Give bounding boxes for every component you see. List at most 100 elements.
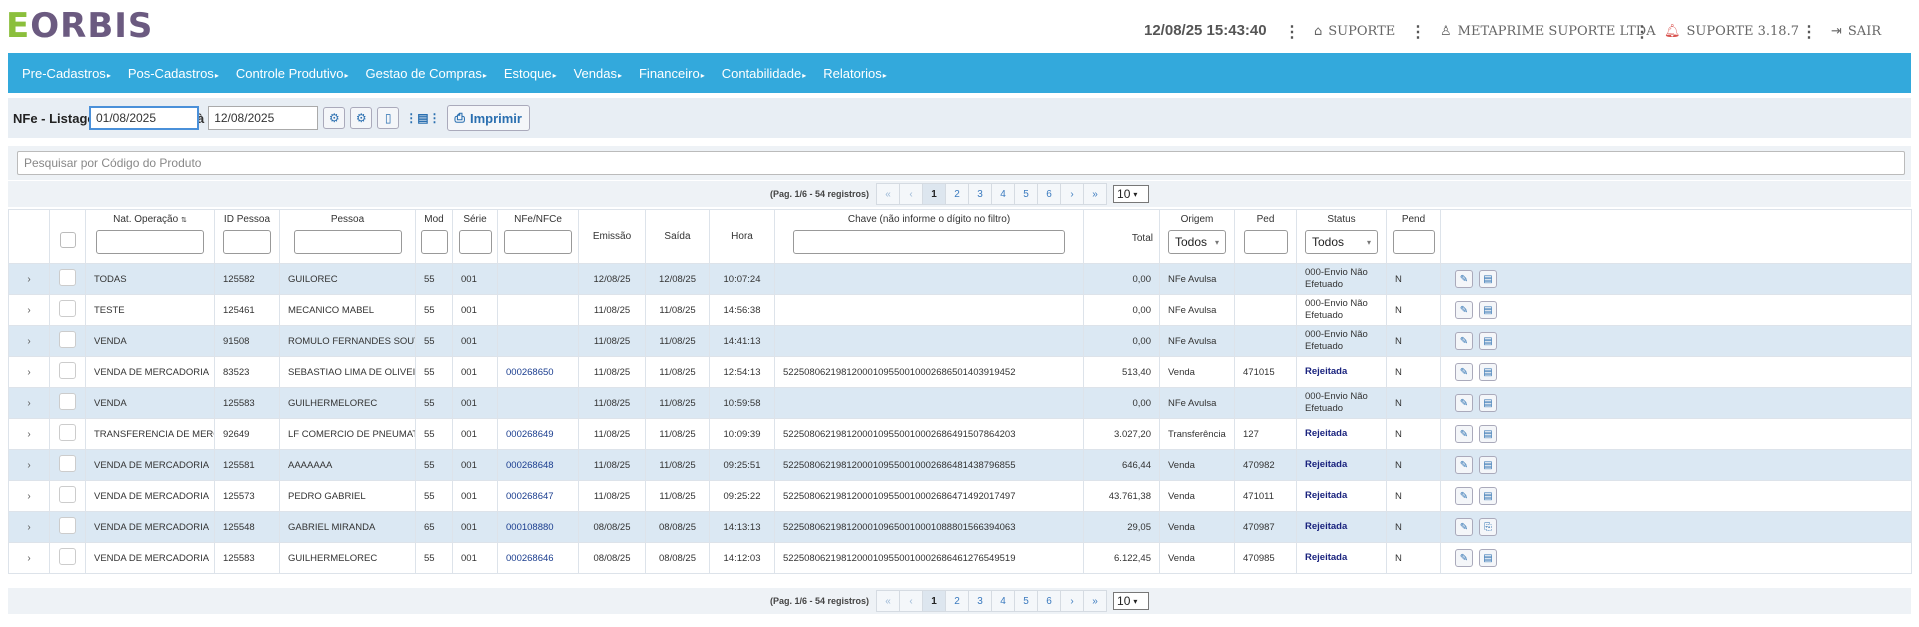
edit-button[interactable]: ✎ [1455, 425, 1473, 443]
expand-row-cell[interactable]: › [8, 263, 50, 295]
row-checkbox[interactable] [59, 424, 76, 441]
nav-item-pre-cadastros[interactable]: Pre-Cadastros▸ [22, 66, 111, 81]
nfe-cell[interactable]: 000268650 [497, 356, 579, 388]
table-row[interactable]: › VENDA DE MERCADORIA 125573 PEDRO GABRIEL 5… [8, 480, 1912, 512]
nat-op-filter-input[interactable] [96, 230, 204, 254]
page-button-5[interactable]: 5 [1014, 590, 1039, 612]
pend-filter-input[interactable] [1392, 230, 1435, 254]
expand-row-cell[interactable]: › [8, 542, 50, 574]
menu-dots-icon[interactable]: ⋮ [1634, 22, 1650, 41]
ped-filter-input[interactable] [1243, 230, 1288, 254]
expand-row-cell[interactable]: › [8, 480, 50, 512]
advanced-settings-button[interactable]: ⚙ [350, 107, 373, 129]
expand-row-cell[interactable]: › [8, 449, 50, 481]
chave-filter-input[interactable] [793, 230, 1065, 254]
page-size-select[interactable]: 10 ▾ [1113, 592, 1150, 610]
first-page-button[interactable]: « [876, 183, 901, 205]
details-button[interactable]: ⎘ [1479, 518, 1497, 536]
page-button-6[interactable]: 6 [1037, 183, 1062, 205]
settings-button[interactable]: ⚙ [323, 107, 346, 129]
table-row[interactable]: › TESTE 125461 MECANICO MABEL 55 001 11/08/25 1… [8, 294, 1912, 326]
nav-item-pos-cadastros[interactable]: Pos-Cadastros▸ [128, 66, 219, 81]
table-row[interactable]: › VENDA 125583 GUILHERMELOREC 55 001 11/08/25 1… [8, 387, 1912, 419]
chevron-right-icon[interactable]: › [27, 429, 30, 440]
mod-filter-input[interactable] [420, 230, 448, 254]
page-button-5[interactable]: 5 [1014, 183, 1039, 205]
nat-op-col-header[interactable]: Nat. Operação ⇅ [85, 209, 215, 264]
chevron-right-icon[interactable]: › [27, 553, 30, 564]
table-row[interactable]: › VENDA DE MERCADORIA 125583 GUILHERMELOREC… [8, 542, 1912, 574]
table-row[interactable]: › VENDA 91508 ROMULO FERNANDES SOUTO 55 001 11… [8, 325, 1912, 357]
next-page-button[interactable]: › [1060, 590, 1085, 612]
row-checkbox[interactable] [59, 269, 76, 286]
nav-item-estoque[interactable]: Estoque▸ [504, 66, 557, 81]
nav-item-financeiro[interactable]: Financeiro▸ [639, 66, 705, 81]
expand-row-cell[interactable]: › [8, 356, 50, 388]
details-button[interactable]: ▤ [1479, 456, 1497, 474]
details-button[interactable]: ▤ [1479, 487, 1497, 505]
chevron-right-icon[interactable]: › [27, 336, 30, 347]
details-button[interactable]: ▤ [1479, 394, 1497, 412]
edit-button[interactable]: ✎ [1455, 301, 1473, 319]
menu-dots-icon[interactable]: ⋮ [1284, 22, 1300, 41]
origem-filter-select[interactable]: Todos ▾ [1168, 230, 1226, 254]
select-all-checkbox[interactable] [59, 232, 76, 248]
print-button[interactable]: ⎙ Imprimir [446, 105, 530, 131]
chevron-right-icon[interactable]: › [27, 305, 30, 316]
nfe-cell[interactable]: 000268649 [497, 418, 579, 450]
row-checkbox[interactable] [59, 548, 76, 565]
menu-dots-icon[interactable]: ⋮ [1801, 22, 1817, 41]
row-checkbox[interactable] [59, 486, 76, 503]
nfe-filter-input[interactable] [504, 230, 572, 254]
edit-button[interactable]: ✎ [1455, 363, 1473, 381]
nav-item-vendas[interactable]: Vendas▸ [574, 66, 622, 81]
table-row[interactable]: › VENDA DE MERCADORIA 125581 AAAAAAA 55 001 00… [8, 449, 1912, 481]
edit-button[interactable]: ✎ [1455, 332, 1473, 350]
details-button[interactable]: ▤ [1479, 332, 1497, 350]
chevron-right-icon[interactable]: › [27, 491, 30, 502]
details-button[interactable]: ▤ [1479, 301, 1497, 319]
chevron-right-icon[interactable]: › [27, 274, 30, 285]
support-link[interactable]: SUPORTE [1328, 24, 1395, 39]
expand-row-cell[interactable]: › [8, 511, 50, 543]
id-pessoa-filter-input[interactable] [223, 230, 271, 254]
page-size-select[interactable]: 10 ▾ [1113, 185, 1150, 203]
nav-item-contabilidade[interactable]: Contabilidade▸ [722, 66, 807, 81]
first-page-button[interactable]: « [876, 590, 901, 612]
row-checkbox[interactable] [59, 300, 76, 317]
pessoa-filter-input[interactable] [293, 230, 402, 254]
date-to-input[interactable] [208, 106, 319, 130]
page-button-4[interactable]: 4 [991, 590, 1016, 612]
edit-button[interactable]: ✎ [1455, 270, 1473, 288]
page-button-4[interactable]: 4 [991, 183, 1016, 205]
page-button-6[interactable]: 6 [1037, 590, 1062, 612]
page-button-2[interactable]: 2 [945, 183, 970, 205]
table-row[interactable]: › TRANSFERENCIA DE MERCAD...92649LF COMER… [8, 418, 1912, 450]
chevron-right-icon[interactable]: › [27, 367, 30, 378]
chevron-right-icon[interactable]: › [27, 460, 30, 471]
page-button-3[interactable]: 3 [968, 590, 993, 612]
product-code-search-input[interactable] [17, 151, 1905, 175]
table-row[interactable]: › TODAS 125582 GUILOREC 55 001 12/08/25 12/08/2… [8, 263, 1912, 295]
logout-link[interactable]: SAIR [1848, 24, 1881, 39]
page-button-1[interactable]: 1 [922, 183, 947, 205]
next-page-button[interactable]: › [1060, 183, 1085, 205]
document-button[interactable]: ▯ [377, 107, 400, 129]
prev-page-button[interactable]: ‹ [899, 183, 924, 205]
row-checkbox[interactable] [59, 455, 76, 472]
details-button[interactable]: ▤ [1479, 425, 1497, 443]
serie-filter-input[interactable] [458, 230, 492, 254]
date-from-input[interactable] [88, 106, 199, 130]
details-button[interactable]: ▤ [1479, 363, 1497, 381]
edit-button[interactable]: ✎ [1455, 487, 1473, 505]
nav-item-gestao-compras[interactable]: Gestao de Compras▸ [366, 66, 487, 81]
last-page-button[interactable]: » [1083, 590, 1108, 612]
chevron-right-icon[interactable]: › [27, 398, 30, 409]
page-button-2[interactable]: 2 [945, 590, 970, 612]
nfe-cell[interactable]: 000108880 [497, 511, 579, 543]
prev-page-button[interactable]: ‹ [899, 590, 924, 612]
last-page-button[interactable]: » [1083, 183, 1108, 205]
nfe-cell[interactable]: 000268648 [497, 449, 579, 481]
page-button-1[interactable]: 1 [922, 590, 947, 612]
chevron-right-icon[interactable]: › [27, 522, 30, 533]
